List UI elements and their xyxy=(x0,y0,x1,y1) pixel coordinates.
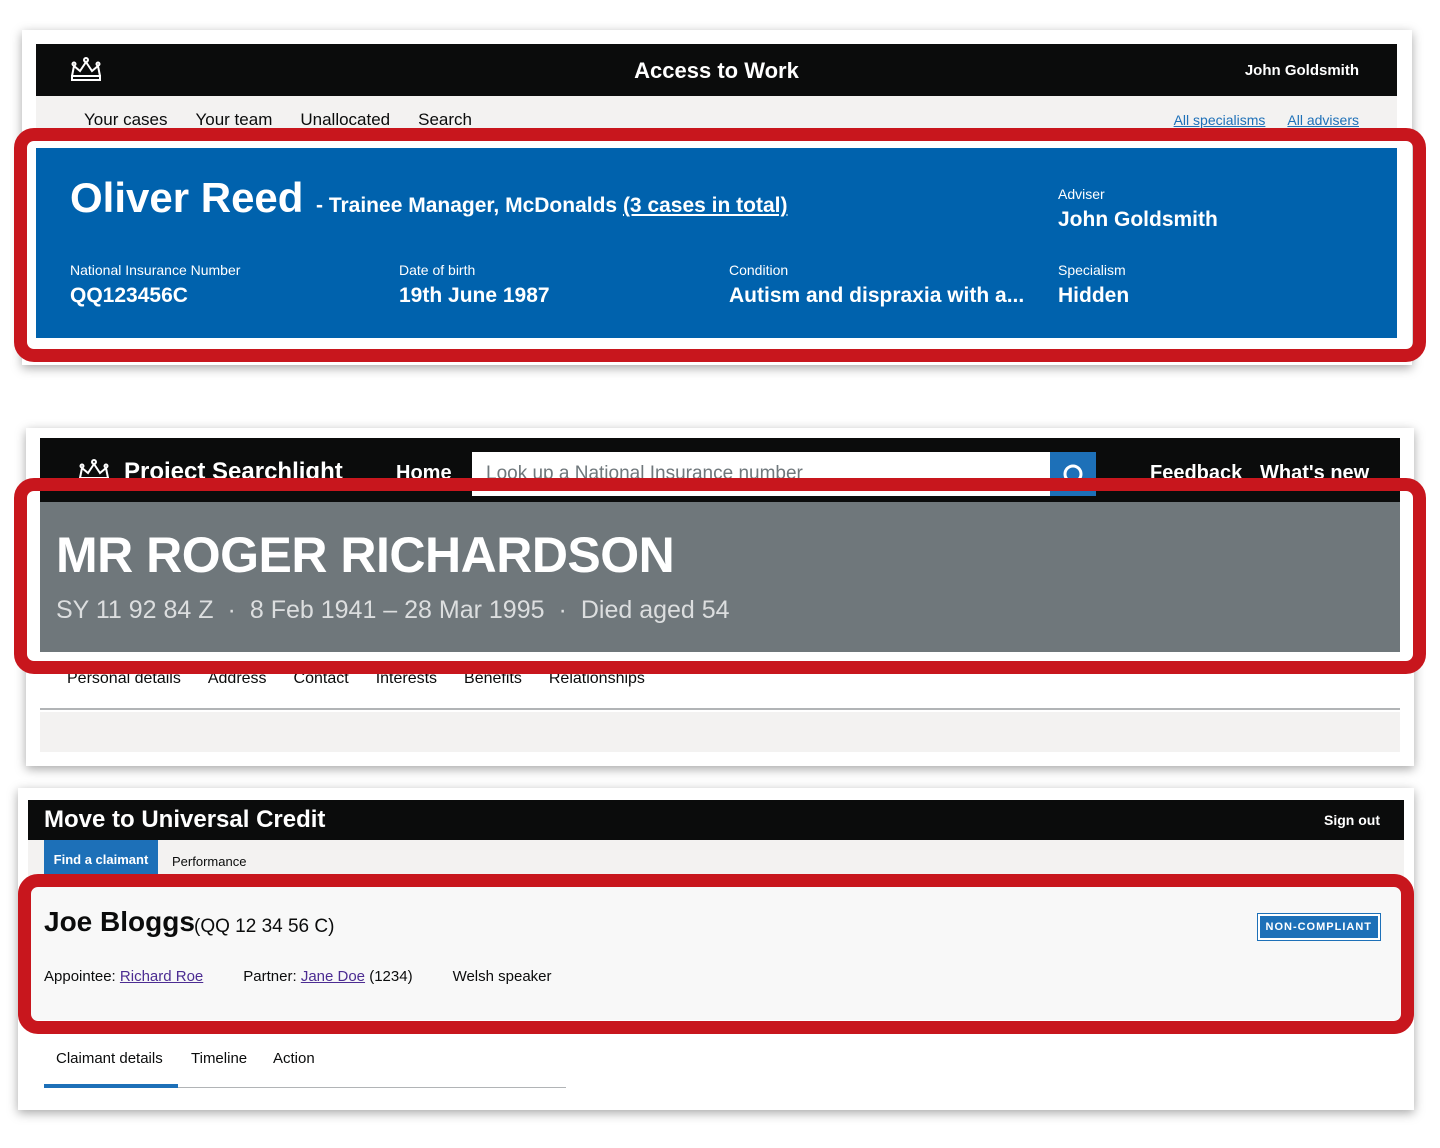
person-banner: Oliver Reed - Trainee Manager, McDonalds… xyxy=(36,148,1397,338)
brand-name[interactable]: Project Searchlight xyxy=(124,458,343,486)
sub-navigation: Your cases Your team Unallocated Search … xyxy=(36,96,1397,138)
adviser-value: John Goldsmith xyxy=(1058,208,1218,231)
tab-interests[interactable]: Interests xyxy=(376,670,437,688)
header-bar: Access to Work John Goldsmith xyxy=(36,44,1397,96)
condition-label: Condition xyxy=(729,262,789,278)
feedback-link[interactable]: Feedback xyxy=(1150,462,1242,485)
dob-field: Date of birth 19th June 1987 xyxy=(399,262,550,308)
claimant-name: Joe Bloggs xyxy=(44,906,195,937)
crown-icon[interactable] xyxy=(76,458,112,486)
dob-label: Date of birth xyxy=(399,262,476,278)
project-searchlight-panel: Project Searchlight Home Feedback What's… xyxy=(26,428,1414,766)
appointee: Appointee: Richard Roe xyxy=(44,968,203,985)
ni-field: National Insurance Number QQ123456C xyxy=(70,262,240,308)
nav-unallocated[interactable]: Unallocated xyxy=(300,110,390,130)
specialism-field: Specialism Hidden xyxy=(1058,262,1129,308)
person-ni: SY 11 92 84 Z xyxy=(56,596,214,624)
condition-field: Condition Autism and dispraxia with a... xyxy=(729,262,1029,308)
filter-all-advisers[interactable]: All advisers xyxy=(1287,112,1359,128)
service-name[interactable]: Access to Work xyxy=(36,58,1397,84)
tab-contact[interactable]: Contact xyxy=(294,670,349,688)
claimant-ni: (QQ 12 34 56 C) xyxy=(194,916,335,937)
tab-claimant-details[interactable]: Claimant details xyxy=(56,1050,163,1067)
tab-performance[interactable]: Performance xyxy=(172,854,246,869)
filter-all-specialisms[interactable]: All specialisms xyxy=(1174,112,1266,128)
person-died: Died aged 54 xyxy=(580,596,730,624)
separator: · xyxy=(558,596,567,624)
tab-personal-details[interactable]: Personal details xyxy=(67,670,181,688)
nav-your-team[interactable]: Your team xyxy=(195,110,272,130)
tab-benefits[interactable]: Benefits xyxy=(464,670,522,688)
dob-value: 19th June 1987 xyxy=(399,284,550,307)
sign-out-link[interactable]: Sign out xyxy=(1324,812,1380,828)
universal-credit-panel: Move to Universal Credit Sign out Find a… xyxy=(18,788,1414,1110)
person-meta: SY 11 92 84 Z · 8 Feb 1941 – 28 Mar 1995… xyxy=(56,596,730,625)
role-text: - Trainee Manager, McDonalds xyxy=(316,194,618,217)
claimant-subtabs: Claimant details Timeline Action xyxy=(44,1050,566,1088)
filters: All specialisms All advisers xyxy=(1174,112,1359,128)
ni-search xyxy=(470,450,1098,498)
person-dates: 8 Feb 1941 – 28 Mar 1995 xyxy=(249,596,545,624)
access-to-work-panel: Access to Work John Goldsmith Your cases… xyxy=(22,30,1412,365)
person-role: - Trainee Manager, McDonalds (3 cases in… xyxy=(316,194,788,218)
search-button[interactable] xyxy=(1050,452,1096,496)
claimant-relations: Appointee: Richard Roe Partner: Jane Doe… xyxy=(44,968,552,985)
active-tab-indicator xyxy=(44,1084,178,1088)
main-tabs: Find a claimant Performance xyxy=(28,840,1404,880)
claimant-summary: Joe Bloggs (QQ 12 34 56 C) NON-COMPLIANT… xyxy=(28,880,1404,1020)
person-banner: MR ROGER RICHARDSON SY 11 92 84 Z · 8 Fe… xyxy=(40,502,1400,652)
whats-new-link[interactable]: What's new xyxy=(1260,462,1369,485)
appointee-label: Appointee: xyxy=(44,968,116,985)
ni-search-input[interactable] xyxy=(472,452,1052,496)
status-badge: NON-COMPLIANT xyxy=(1256,913,1381,941)
separator: · xyxy=(227,596,236,624)
partner-link[interactable]: Jane Doe xyxy=(301,968,365,985)
tab-relationships[interactable]: Relationships xyxy=(549,670,645,688)
partner: Partner: Jane Doe (1234) xyxy=(243,968,412,985)
header-bar: Move to Universal Credit Sign out xyxy=(28,800,1404,840)
person-name: Oliver Reed xyxy=(70,174,304,221)
tab-find-a-claimant[interactable]: Find a claimant xyxy=(44,840,158,880)
content-area xyxy=(40,712,1400,752)
language: Welsh speaker xyxy=(452,968,552,985)
nav-search[interactable]: Search xyxy=(418,110,472,130)
service-name[interactable]: Move to Universal Credit xyxy=(44,806,325,834)
home-link[interactable]: Home xyxy=(396,462,452,485)
nav-your-cases[interactable]: Your cases xyxy=(84,110,167,130)
header-bar: Project Searchlight Home Feedback What's… xyxy=(40,438,1400,502)
ni-value: QQ123456C xyxy=(70,284,188,307)
primary-nav: Your cases Your team Unallocated Search xyxy=(84,110,472,130)
specialism-value: Hidden xyxy=(1058,284,1130,307)
condition-value: Autism and dispraxia with a... xyxy=(729,284,1025,307)
partner-label: Partner: xyxy=(243,968,297,985)
tab-action[interactable]: Action xyxy=(273,1050,315,1067)
person-name: MR ROGER RICHARDSON xyxy=(56,527,675,583)
tab-timeline[interactable]: Timeline xyxy=(191,1050,247,1067)
partner-id: (1234) xyxy=(369,968,413,985)
record-tabs: Personal details Address Contact Interes… xyxy=(40,652,1400,710)
specialism-label: Specialism xyxy=(1058,262,1126,278)
adviser-label: Adviser xyxy=(1058,186,1105,202)
adviser-field: Adviser John Goldsmith xyxy=(1058,186,1218,232)
appointee-link[interactable]: Richard Roe xyxy=(120,968,203,985)
tab-address[interactable]: Address xyxy=(208,670,267,688)
ni-label: National Insurance Number xyxy=(70,262,241,278)
cases-link[interactable]: (3 cases in total) xyxy=(623,194,788,217)
search-icon xyxy=(1063,464,1086,487)
user-name[interactable]: John Goldsmith xyxy=(1245,62,1359,79)
